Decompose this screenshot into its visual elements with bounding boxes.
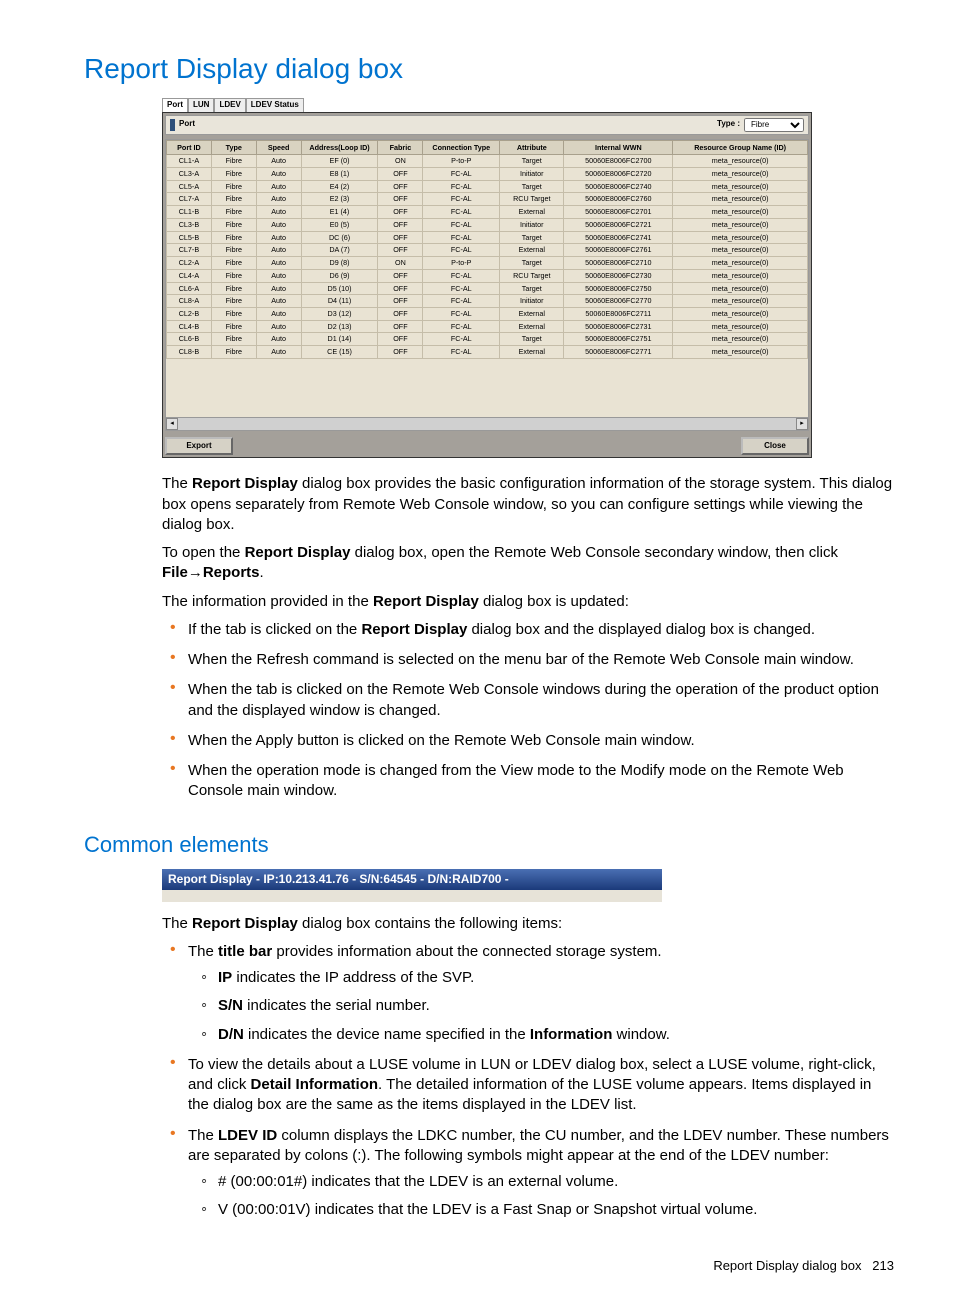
table-row[interactable]: CL4-AFibreAutoD6 (9)OFFFC-ALRCU Target50… <box>167 269 808 282</box>
paragraph: To open the Report Display dialog box, o… <box>162 543 894 584</box>
list-item: # (00:00:01#) indicates that the LDEV is… <box>218 1172 894 1192</box>
list-item: If the tab is clicked on the Report Disp… <box>188 620 894 640</box>
tab-port[interactable]: Port <box>162 98 188 112</box>
column-header: Internal WWN <box>564 140 673 155</box>
paragraph: The Report Display dialog box provides t… <box>162 474 894 535</box>
horizontal-scrollbar[interactable]: ◂ ▸ <box>166 417 808 430</box>
report-display-dialog: PortLUNLDEVLDEV Status Port Type : Fibre <box>162 98 812 459</box>
tab-ldev[interactable]: LDEV <box>214 98 245 112</box>
list-item: S/N indicates the serial number. <box>218 996 894 1016</box>
list-item: When the tab is clicked on the Remote We… <box>188 680 894 721</box>
list-item: The LDEV ID column displays the LDKC num… <box>188 1126 894 1221</box>
list-item: To view the details about a LUSE volume … <box>188 1055 894 1116</box>
table-row[interactable]: CL1-BFibreAutoE1 (4)OFFFC-ALExternal5006… <box>167 206 808 219</box>
table-row[interactable]: CL3-AFibreAutoE8 (1)OFFFC-ALInitiator500… <box>167 168 808 181</box>
table-row[interactable]: CL6-BFibreAutoD1 (14)OFFFC-ALTarget50060… <box>167 333 808 346</box>
table-row[interactable]: CL5-AFibreAutoE4 (2)OFFFC-ALTarget50060E… <box>167 180 808 193</box>
tab-lun[interactable]: LUN <box>188 98 214 112</box>
column-header: Speed <box>256 140 301 155</box>
table-row[interactable]: CL7-BFibreAutoDA (7)OFFFC-ALExternal5006… <box>167 244 808 257</box>
titlebar-text: Report Display - IP:10.213.41.76 - S/N:6… <box>162 869 662 889</box>
port-table: Port IDTypeSpeedAddress(Loop ID)FabricCo… <box>166 140 808 359</box>
column-header: Address(Loop ID) <box>301 140 378 155</box>
table-row[interactable]: CL3-BFibreAutoE0 (5)OFFFC-ALInitiator500… <box>167 218 808 231</box>
column-header: Connection Type <box>423 140 500 155</box>
column-header: Fabric <box>378 140 423 155</box>
titlebar-sample: Report Display - IP:10.213.41.76 - S/N:6… <box>162 869 662 901</box>
page-title: Report Display dialog box <box>84 50 894 88</box>
panel-label: Port <box>170 119 195 131</box>
type-label: Type : <box>717 119 740 130</box>
scroll-right-icon[interactable]: ▸ <box>796 418 808 430</box>
paragraph: The information provided in the Report D… <box>162 592 894 612</box>
table-row[interactable]: CL1-AFibreAutoEF (0)ONP-to-PTarget50060E… <box>167 155 808 168</box>
list-item: IP indicates the IP address of the SVP. <box>218 968 894 988</box>
list-item: V (00:00:01V) indicates that the LDEV is… <box>218 1200 894 1220</box>
column-header: Port ID <box>167 140 212 155</box>
table-row[interactable]: CL8-AFibreAutoD4 (11)OFFFC-ALInitiator50… <box>167 295 808 308</box>
list-item: When the Apply button is clicked on the … <box>188 731 894 751</box>
tab-ldev-status[interactable]: LDEV Status <box>246 98 304 112</box>
list-item: D/N indicates the device name specified … <box>218 1025 894 1045</box>
list-item: The title bar provides information about… <box>188 942 894 1045</box>
list-item: When the Refresh command is selected on … <box>188 650 894 670</box>
column-header: Attribute <box>500 140 564 155</box>
table-row[interactable]: CL2-AFibreAutoD9 (8)ONP-to-PTarget50060E… <box>167 257 808 270</box>
section-heading-common-elements: Common elements <box>84 830 894 860</box>
table-row[interactable]: CL4-BFibreAutoD2 (13)OFFFC-ALExternal500… <box>167 320 808 333</box>
table-row[interactable]: CL8-BFibreAutoCE (15)OFFFC-ALExternal500… <box>167 346 808 359</box>
table-row[interactable]: CL2-BFibreAutoD3 (12)OFFFC-ALExternal500… <box>167 307 808 320</box>
column-header: Resource Group Name (ID) <box>673 140 808 155</box>
paragraph: The Report Display dialog box contains t… <box>162 914 894 934</box>
close-button[interactable]: Close <box>741 437 809 456</box>
page-footer: Report Display dialog box 213 <box>84 1257 894 1275</box>
table-row[interactable]: CL5-BFibreAutoDC (6)OFFFC-ALTarget50060E… <box>167 231 808 244</box>
table-row[interactable]: CL6-AFibreAutoD5 (10)OFFFC-ALTarget50060… <box>167 282 808 295</box>
export-button[interactable]: Export <box>165 437 233 456</box>
list-item: When the operation mode is changed from … <box>188 761 894 802</box>
scroll-left-icon[interactable]: ◂ <box>166 418 178 430</box>
column-header: Type <box>211 140 256 155</box>
table-row[interactable]: CL7-AFibreAutoE2 (3)OFFFC-ALRCU Target50… <box>167 193 808 206</box>
type-select[interactable]: Fibre <box>744 118 804 132</box>
